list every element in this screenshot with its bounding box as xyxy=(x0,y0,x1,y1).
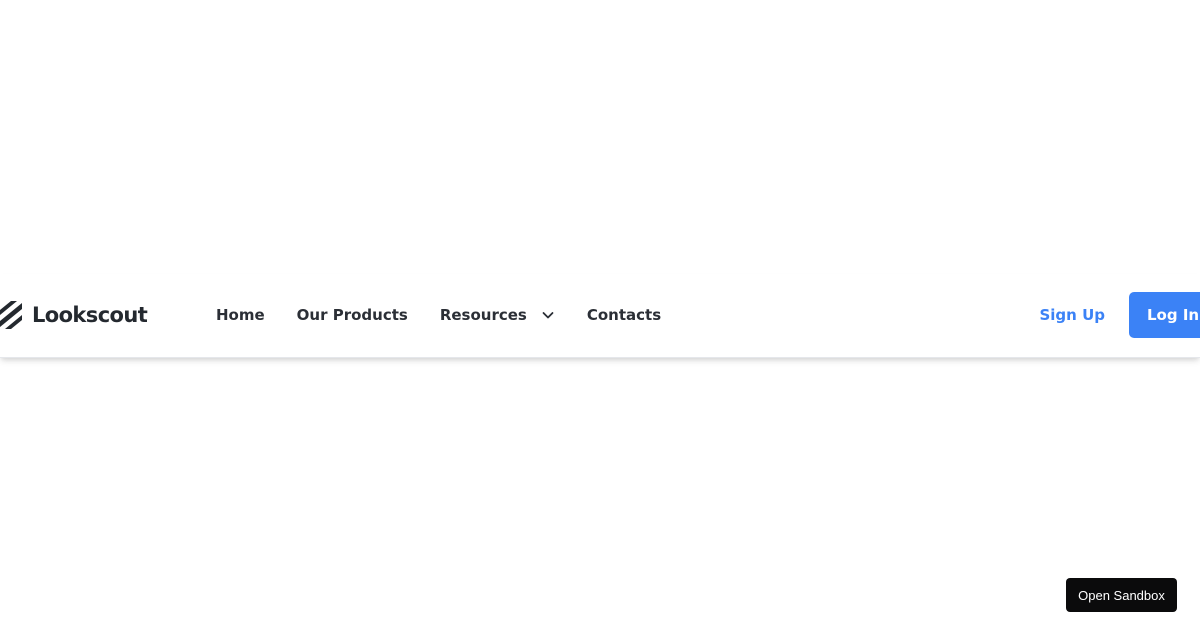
page: Lookscout Home Our Products Resources Co… xyxy=(0,0,1200,630)
log-in-button[interactable]: Log In xyxy=(1129,292,1200,338)
brand-logo-link[interactable]: Lookscout xyxy=(0,300,148,330)
main-nav: Home Our Products Resources Contacts xyxy=(216,304,661,326)
chevron-down-icon xyxy=(542,312,554,319)
nav-item-our-products[interactable]: Our Products xyxy=(297,304,408,326)
nav-item-resources[interactable]: Resources xyxy=(440,304,555,326)
nav-item-home[interactable]: Home xyxy=(216,304,265,326)
lookscout-logo-icon xyxy=(0,301,22,329)
nav-item-resources-label: Resources xyxy=(439,306,527,324)
auth-actions: Sign Up Log In xyxy=(1039,292,1200,338)
nav-item-contacts[interactable]: Contacts xyxy=(587,304,661,326)
sign-up-link[interactable]: Sign Up xyxy=(1039,306,1105,324)
brand-name: Lookscout xyxy=(32,303,148,327)
open-sandbox-button[interactable]: Open Sandbox xyxy=(1066,578,1177,612)
navbar: Lookscout Home Our Products Resources Co… xyxy=(0,274,1200,358)
